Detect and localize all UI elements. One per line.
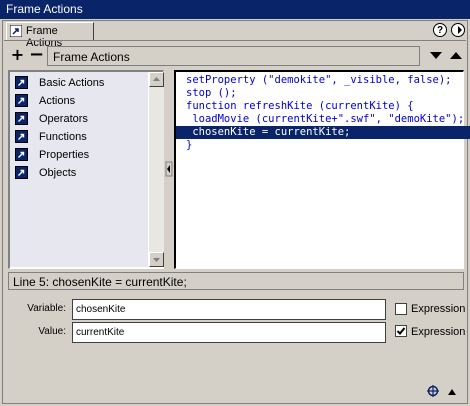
action-book-icon <box>15 166 28 179</box>
scroll-up-button[interactable] <box>149 72 164 87</box>
action-book-icon <box>15 76 28 89</box>
toolbox-item-label: Properties <box>39 149 90 161</box>
variable-expression-label: Expression <box>411 303 466 315</box>
help-button[interactable]: ? <box>433 23 447 37</box>
actions-title-field: Frame Actions <box>47 46 420 66</box>
move-up-button[interactable] <box>448 47 464 64</box>
variable-input[interactable]: chosenKite <box>72 299 386 320</box>
scroll-down-icon <box>153 258 160 262</box>
window-title: Frame Actions <box>6 2 83 16</box>
script-line[interactable]: function refreshKite (currentKite) { <box>176 100 470 113</box>
actions-arrow-icon <box>10 25 22 37</box>
toolbox-item-label: Actions <box>39 95 76 107</box>
script-line[interactable]: stop (); <box>176 87 470 100</box>
status-text: Line 5: chosenKite = currentKite; <box>13 275 187 289</box>
collapse-up-icon[interactable] <box>447 388 457 396</box>
script-line[interactable]: } <box>176 139 470 152</box>
value-expression-checkbox[interactable] <box>395 325 407 337</box>
variable-label: Variable: <box>27 303 66 314</box>
toolbox-scrollbar[interactable] <box>149 72 164 267</box>
toolbox-item-label: Objects <box>39 167 77 179</box>
variable-expression-checkbox[interactable] <box>395 303 407 315</box>
toolbox-panel: Basic Actions Actions Operators Functions Pr… <box>8 70 164 269</box>
script-editor[interactable]: setProperty ("demokite", _visible, false… <box>174 70 470 269</box>
toolbox-item[interactable]: Basic Actions <box>10 74 148 92</box>
target-icon[interactable] <box>427 385 439 397</box>
script-line-selected[interactable]: chosenKite = currentKite; <box>176 126 470 139</box>
tab-divider <box>4 40 466 41</box>
value-label: Value: <box>38 326 66 337</box>
scroll-down-button[interactable] <box>149 252 164 267</box>
toolbox-item-label: Functions <box>39 131 87 143</box>
tab-frame-actions[interactable]: Frame Actions <box>6 22 94 49</box>
status-bar: Line 5: chosenKite = currentKite; <box>8 272 464 290</box>
toolbox-item[interactable]: Operators <box>10 110 148 128</box>
move-down-button[interactable] <box>428 47 444 64</box>
value-expression-label: Expression <box>411 326 466 338</box>
actions-title: Frame Actions <box>53 50 130 64</box>
toolbox-item-label: Basic Actions <box>39 77 105 89</box>
add-action-button[interactable]: + <box>10 47 25 63</box>
script-line[interactable]: setProperty ("demokite", _visible, false… <box>176 74 470 87</box>
action-book-icon <box>15 94 28 107</box>
toolbox-item[interactable]: Properties <box>10 146 148 164</box>
toolbox-list: Basic Actions Actions Operators Functions Pr… <box>10 72 148 267</box>
toolbox-item-label: Operators <box>39 113 88 125</box>
toolbox-item[interactable]: Objects <box>10 164 148 182</box>
script-line[interactable]: loadMovie (currentKite+".swf", "demoKite… <box>176 113 470 126</box>
toolbox-item[interactable]: Functions <box>10 128 148 146</box>
value-input[interactable]: currentKite <box>72 322 386 343</box>
title-bar: Frame Actions <box>0 0 470 19</box>
toolbox-item[interactable]: Actions <box>10 92 148 110</box>
panel-menu-icon[interactable] <box>451 23 465 37</box>
scroll-up-icon <box>153 77 160 81</box>
checkmark-icon <box>396 327 406 335</box>
action-book-icon <box>15 130 28 143</box>
action-book-icon <box>15 112 28 125</box>
action-book-icon <box>15 148 28 161</box>
remove-action-button[interactable]: − <box>29 46 44 64</box>
pane-splitter[interactable] <box>165 70 173 269</box>
